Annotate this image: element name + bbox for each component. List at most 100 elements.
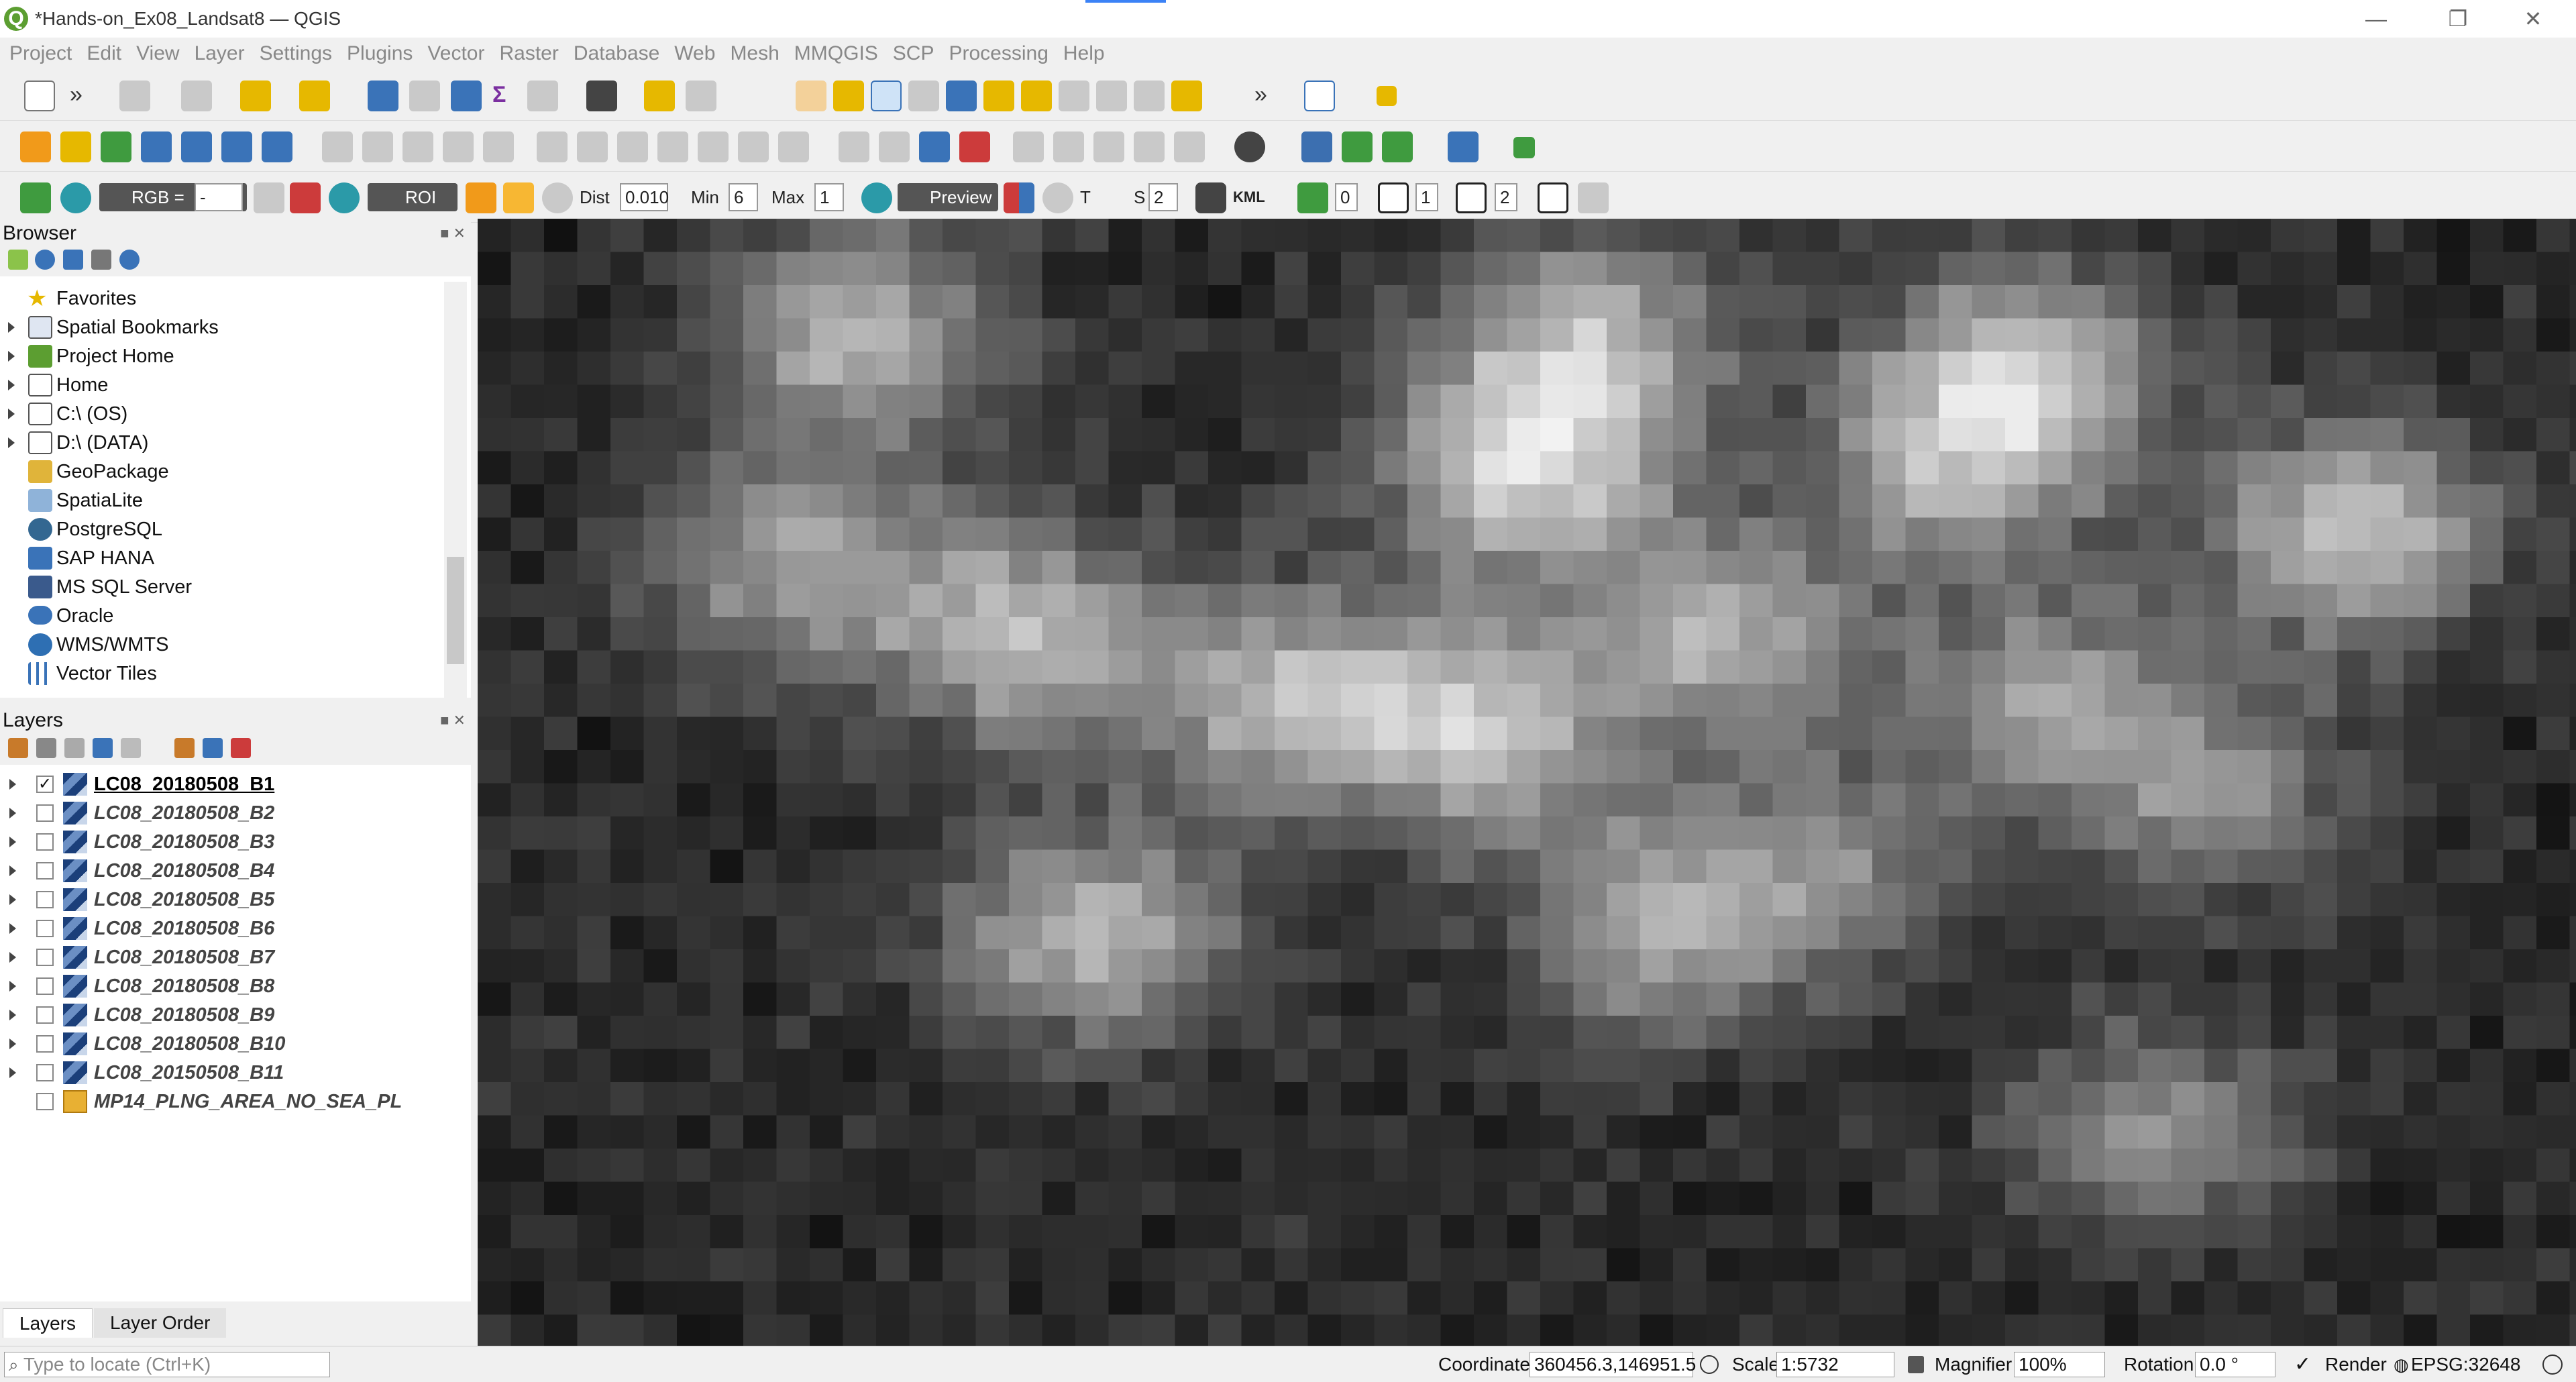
menu-project[interactable]: Project — [9, 42, 72, 65]
add-feature-icon[interactable] — [443, 131, 474, 162]
rotation-field[interactable]: 0.0 ° — [2195, 1352, 2275, 1377]
expand-arrow-icon[interactable] — [9, 837, 16, 847]
layer-checkbox[interactable] — [36, 920, 54, 937]
measure-icon[interactable] — [586, 81, 617, 111]
browser-scrollbar[interactable] — [444, 282, 467, 698]
add-delimited-text-icon[interactable] — [101, 131, 131, 162]
expand-arrow-icon[interactable] — [9, 923, 16, 934]
layer-checkbox[interactable] — [36, 1093, 54, 1110]
panel-controls-icon[interactable]: ■ ✕ — [440, 707, 466, 734]
rgb-value-field[interactable]: - — [195, 183, 243, 211]
map-canvas[interactable] — [478, 219, 2576, 1346]
menu-web[interactable]: Web — [674, 42, 715, 65]
menu-vector[interactable]: Vector — [427, 42, 484, 65]
layer-checkbox[interactable] — [36, 977, 54, 995]
menu-layer[interactable]: Layer — [195, 42, 245, 65]
tab-layer-order[interactable]: Layer Order — [94, 1308, 227, 1338]
menu-mesh[interactable]: Mesh — [730, 42, 779, 65]
minimize-button[interactable]: — — [2356, 5, 2396, 32]
add-group-icon[interactable] — [36, 738, 56, 758]
zoom-full-icon[interactable] — [946, 81, 977, 111]
expand-arrow-icon[interactable] — [9, 952, 16, 963]
add-selected-icon[interactable] — [8, 250, 28, 270]
gear-icon[interactable] — [451, 81, 482, 111]
profile-chart-icon[interactable] — [1304, 81, 1335, 111]
label-move-icon[interactable] — [1053, 131, 1084, 162]
coordinate-field[interactable]: 360456.3,146951.5 — [1529, 1352, 1696, 1377]
save-edits-icon[interactable] — [402, 131, 433, 162]
menu-help[interactable]: Help — [1063, 42, 1105, 65]
panel-controls-icon[interactable]: ■ ✕ — [440, 220, 466, 247]
band-set-field-3[interactable]: 2 — [1495, 183, 1517, 211]
digitize-icon[interactable] — [141, 131, 172, 162]
add-virtual-layer-icon[interactable] — [262, 131, 292, 162]
magnifier-field[interactable]: 100% — [2014, 1352, 2105, 1377]
restore-button[interactable]: ❐ — [2438, 5, 2478, 32]
expand-arrow-icon[interactable] — [9, 1039, 16, 1049]
expand-arrow-icon[interactable] — [9, 981, 16, 992]
expand-arrow-icon[interactable] — [8, 322, 15, 333]
collapse-all-layers-icon[interactable] — [203, 738, 223, 758]
preview-redo-icon[interactable] — [1042, 182, 1073, 213]
deselect-icon[interactable] — [181, 81, 212, 111]
scp-tool-b-icon[interactable] — [290, 182, 321, 213]
pan-to-selection-icon[interactable] — [833, 81, 864, 111]
crs-globe-icon[interactable]: ◍ — [2394, 1352, 2409, 1377]
messages-icon[interactable] — [2542, 1354, 2563, 1375]
annotation-icon[interactable] — [644, 81, 675, 111]
redo-icon[interactable] — [778, 131, 809, 162]
help-icon[interactable] — [1448, 131, 1479, 162]
band-set-next-2-icon[interactable] — [1456, 182, 1487, 213]
roi-add-icon[interactable] — [503, 182, 534, 213]
render-checkbox[interactable]: ✓ — [2294, 1352, 2311, 1377]
menu-view[interactable]: View — [136, 42, 179, 65]
undo-icon[interactable] — [738, 131, 769, 162]
roi-button[interactable]: ROI — [368, 183, 458, 211]
preview-zoom-icon[interactable] — [861, 182, 892, 213]
menu-scp[interactable]: SCP — [893, 42, 934, 65]
delete-selected-icon[interactable] — [577, 131, 608, 162]
label-pin-icon[interactable] — [879, 131, 910, 162]
select-value-icon[interactable] — [299, 81, 330, 111]
preview-button[interactable]: Preview — [898, 183, 998, 211]
expand-arrow-icon[interactable] — [9, 894, 16, 905]
dist-field[interactable]: 0.010 — [620, 183, 669, 211]
layer-checkbox[interactable] — [36, 833, 54, 851]
plugin-icon[interactable] — [1377, 86, 1397, 106]
new-map-view-icon[interactable] — [1171, 81, 1202, 111]
locator-search-input[interactable]: ⌕ Type to locate (Ctrl+K) — [4, 1352, 330, 1377]
layer-checkbox[interactable] — [36, 862, 54, 880]
map-tips-icon[interactable] — [686, 81, 716, 111]
scp-zoom-image-icon[interactable] — [60, 182, 91, 213]
add-wms-icon[interactable] — [181, 131, 212, 162]
label-change-icon[interactable] — [1134, 131, 1165, 162]
expand-arrow-icon[interactable] — [9, 865, 16, 876]
layer-checkbox[interactable] — [36, 1064, 54, 1081]
band-set-next-icon[interactable] — [1378, 182, 1409, 213]
select-features-icon[interactable] — [240, 81, 271, 111]
expand-arrow-icon[interactable] — [9, 779, 16, 790]
browser-scroll-thumb[interactable] — [447, 557, 464, 664]
python-console-icon[interactable] — [1301, 131, 1332, 162]
expand-arrow-icon[interactable] — [9, 1067, 16, 1078]
collapse-all-icon[interactable] — [91, 250, 111, 270]
more-tools-icon[interactable]: » — [70, 79, 83, 110]
attribute-table-icon[interactable] — [409, 81, 440, 111]
add-mesh-icon[interactable] — [221, 131, 252, 162]
refresh-plugin-icon[interactable] — [1513, 137, 1535, 158]
scp-home-icon[interactable] — [20, 182, 51, 213]
zoom-native-icon[interactable] — [1059, 81, 1089, 111]
band-set-field-2[interactable]: 1 — [1415, 183, 1438, 211]
menu-edit[interactable]: Edit — [87, 42, 121, 65]
lock-scale-icon[interactable] — [1908, 1356, 1924, 1373]
layer-checkbox[interactable] — [36, 891, 54, 908]
scp-trash-icon[interactable] — [1195, 182, 1226, 213]
layer-checkbox[interactable] — [36, 1006, 54, 1024]
expand-arrow-icon[interactable] — [8, 351, 15, 362]
copy-icon[interactable] — [657, 131, 688, 162]
current-edits-icon[interactable] — [322, 131, 353, 162]
layer-checkbox[interactable]: ✓ — [36, 776, 54, 793]
pan-hand-icon[interactable] — [796, 81, 826, 111]
band-set-field[interactable]: 0 — [1335, 183, 1358, 211]
cut-icon[interactable] — [617, 131, 648, 162]
